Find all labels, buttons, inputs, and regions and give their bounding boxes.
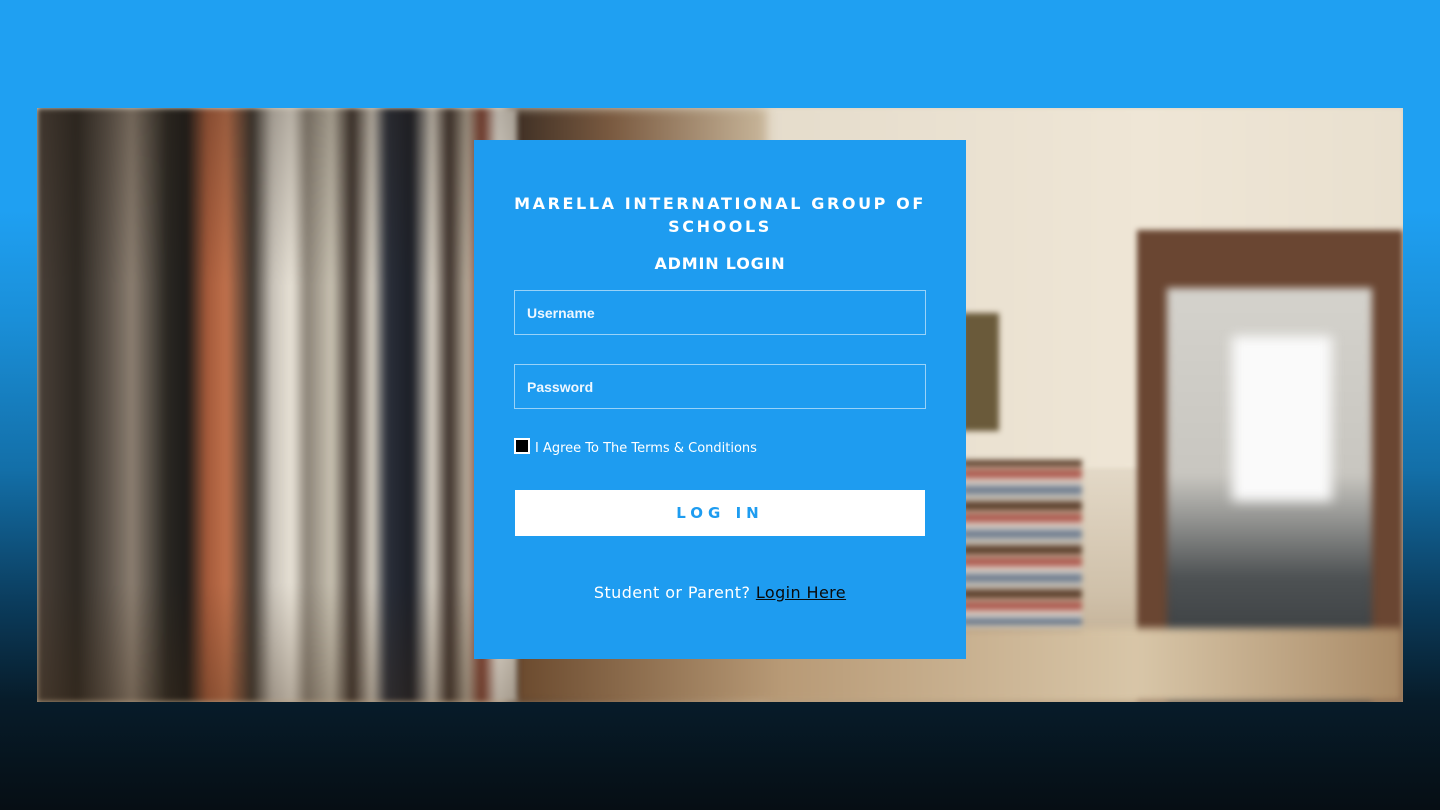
login-card: MARELLA INTERNATIONAL GROUP OF SCHOOLS A…: [474, 140, 966, 659]
admin-login-subtitle: ADMIN LOGIN: [654, 254, 786, 273]
terms-label: I Agree To The Terms & Conditions: [535, 440, 757, 456]
photo-window-light: [1232, 336, 1332, 501]
terms-agreement[interactable]: I Agree To The Terms & Conditions: [514, 438, 757, 456]
student-parent-login-link[interactable]: Login Here: [756, 583, 846, 602]
school-name-title: MARELLA INTERNATIONAL GROUP OF SCHOOLS: [514, 194, 926, 236]
password-input[interactable]: [514, 364, 926, 409]
photo-bookshelf: [37, 108, 517, 702]
login-button[interactable]: LOG IN: [515, 490, 925, 536]
student-parent-login-line: Student or Parent? Login Here: [514, 583, 926, 602]
terms-checkbox[interactable]: [514, 438, 530, 454]
username-input[interactable]: [514, 290, 926, 335]
student-parent-prompt: Student or Parent?: [593, 583, 751, 602]
photo-painting: [961, 313, 999, 431]
